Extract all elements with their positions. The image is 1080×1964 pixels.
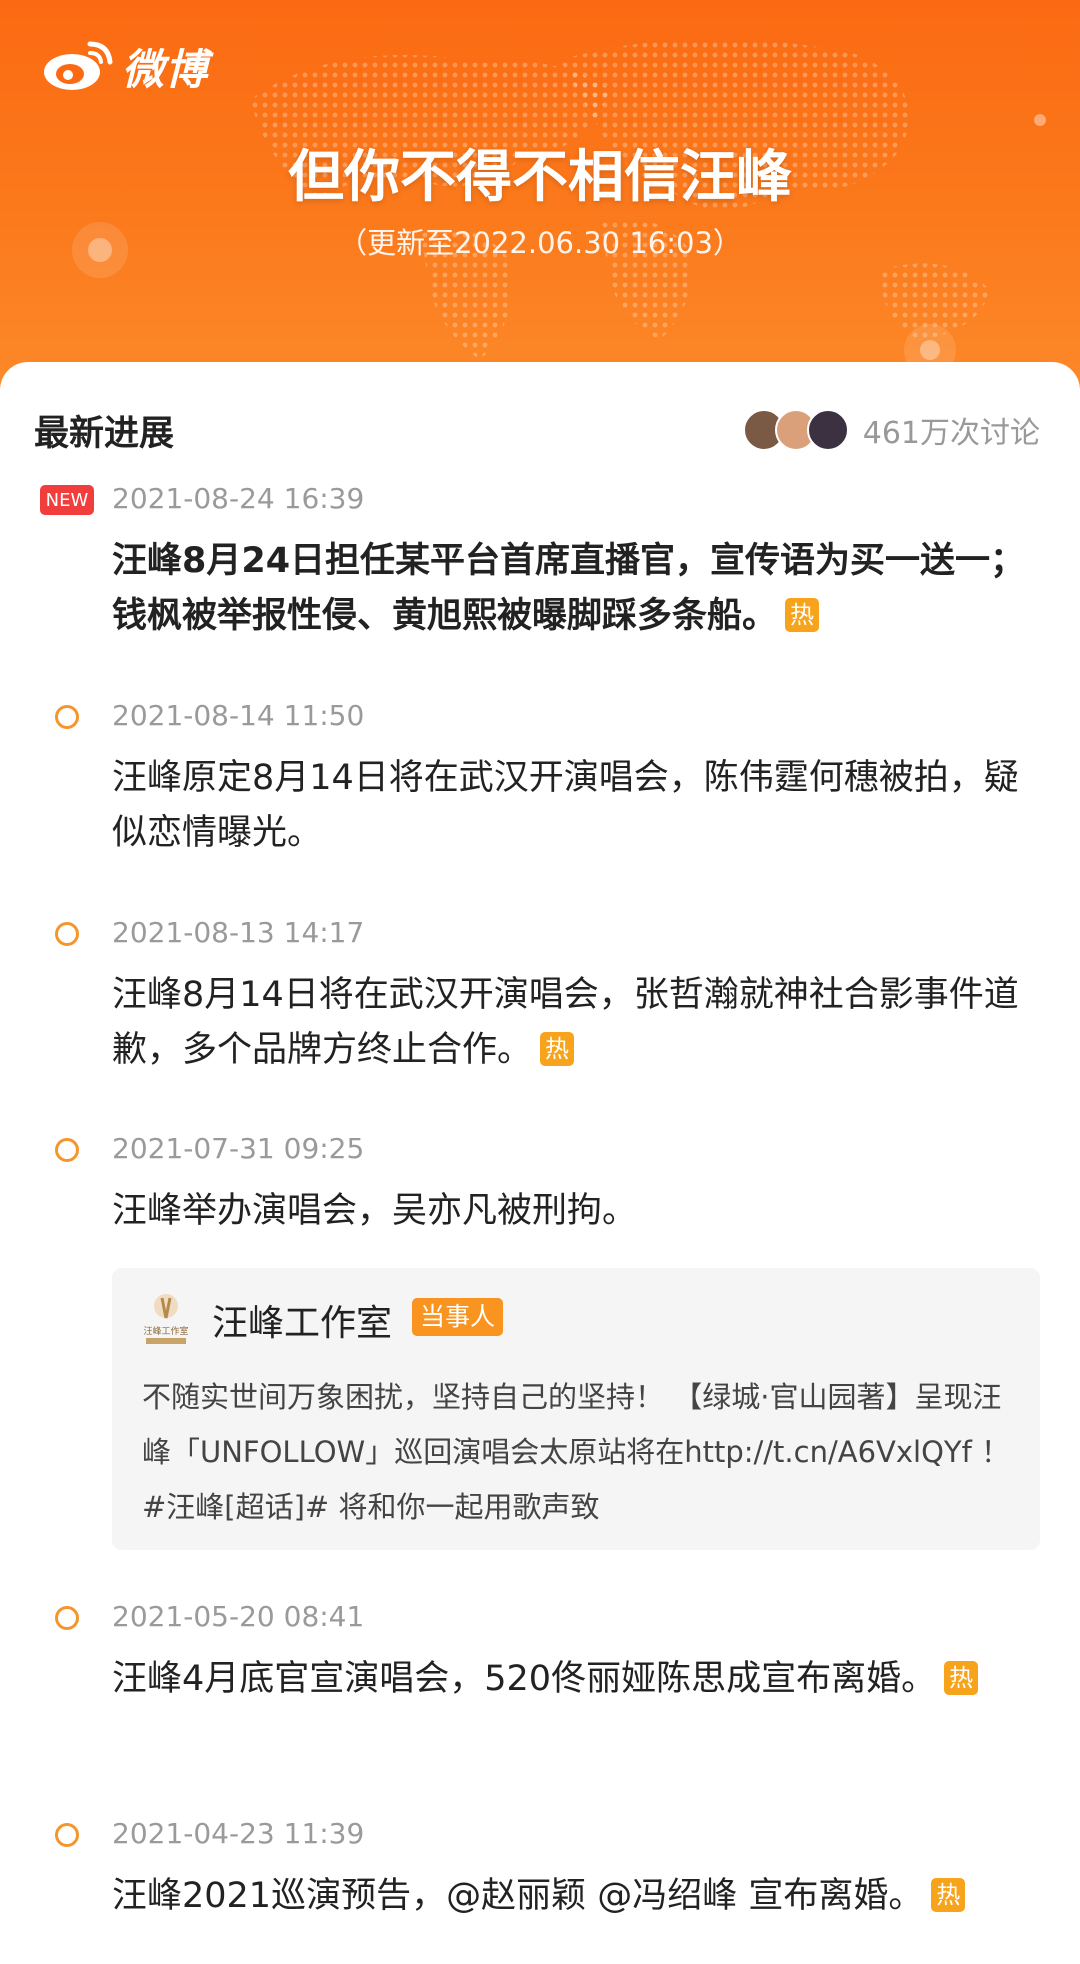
timeline-text: 汪峰4月底官宣演唱会，520佟丽娅陈思成宣布离婚。热	[112, 1652, 1032, 1707]
hot-badge: 热	[540, 1032, 575, 1066]
party-badge: 当事人	[412, 1298, 504, 1336]
quoted-post[interactable]: 汪峰工作室 汪峰工作室 当事人 不随实世间万象困扰，坚持自己的坚持！ 【绿城·官…	[112, 1268, 1040, 1550]
quoted-post-text: 不随实世间万象困扰，坚持自己的坚持！ 【绿城·官山园著】呈现汪峰「UNFOLLO…	[142, 1380, 1011, 1524]
studio-avatar: 汪峰工作室	[143, 1294, 189, 1344]
section-title: 最新进展	[34, 413, 175, 454]
logo-text: 微博	[122, 44, 209, 94]
timeline-dot-icon	[55, 922, 79, 946]
hot-badge: 热	[785, 598, 820, 632]
new-badge: NEW	[40, 485, 94, 515]
timeline-time: 2021-07-31 09:25	[112, 1132, 365, 1165]
update-time: （更新至2022.06.30 16:03）	[338, 226, 742, 260]
timeline-text: 汪峰2021巡演预告，@赵丽颖 @冯绍峰 宣布离婚。热	[112, 1869, 1032, 1924]
weibo-eye-icon	[44, 41, 113, 90]
author-name[interactable]: 汪峰工作室	[212, 1294, 392, 1346]
topic-title: 但你不得不相信汪峰	[288, 145, 792, 210]
timeline-text: 汪峰原定8月14日将在武汉开演唱会，陈伟霆何穗被拍，疑似恋情曝光。	[112, 758, 1019, 853]
participant-avatars	[742, 409, 849, 451]
discussion-count: 461万次讨论	[862, 416, 1040, 451]
progress-header: 最新进展 461万次讨论	[34, 400, 1040, 460]
timeline-time: 2021-05-20 08:41	[112, 1600, 365, 1633]
timeline-text: 汪峰8月24日担任某平台首席直播官，宣传语为买一送一；钱枫被举报性侵、黄旭熙被曝…	[112, 541, 1026, 636]
svg-text:汪峰工作室: 汪峰工作室	[143, 1325, 188, 1337]
timeline-dot-icon	[55, 1823, 79, 1847]
discussion-summary[interactable]: 461万次讨论	[742, 408, 1040, 452]
timeline-time: 2021-08-13 14:17	[112, 916, 365, 949]
timeline-dot-icon	[55, 1138, 79, 1162]
timeline-text: 汪峰8月14日将在武汉开演唱会，张哲瀚就神社合影事件道歉，多个品牌方终止合作。热	[112, 975, 1019, 1070]
timeline-dot-icon	[55, 705, 79, 729]
hot-badge: 热	[944, 1661, 979, 1695]
timeline-text: 汪峰举办演唱会，吴亦凡被刑拘。	[112, 1191, 638, 1231]
hot-badge: 热	[931, 1878, 966, 1912]
timeline-time: 2021-04-23 11:39	[112, 1817, 365, 1850]
timeline-dot-icon	[55, 1606, 79, 1630]
avatar	[806, 409, 849, 451]
weibo-logo[interactable]: 微博	[40, 38, 208, 94]
topic-header: 微博 但你不得不相信汪峰 （更新至2022.06.30 16:03）	[0, 0, 1080, 400]
timeline-time: 2021-08-24 16:39	[112, 482, 365, 515]
timeline-time: 2021-08-14 11:50	[112, 699, 365, 732]
